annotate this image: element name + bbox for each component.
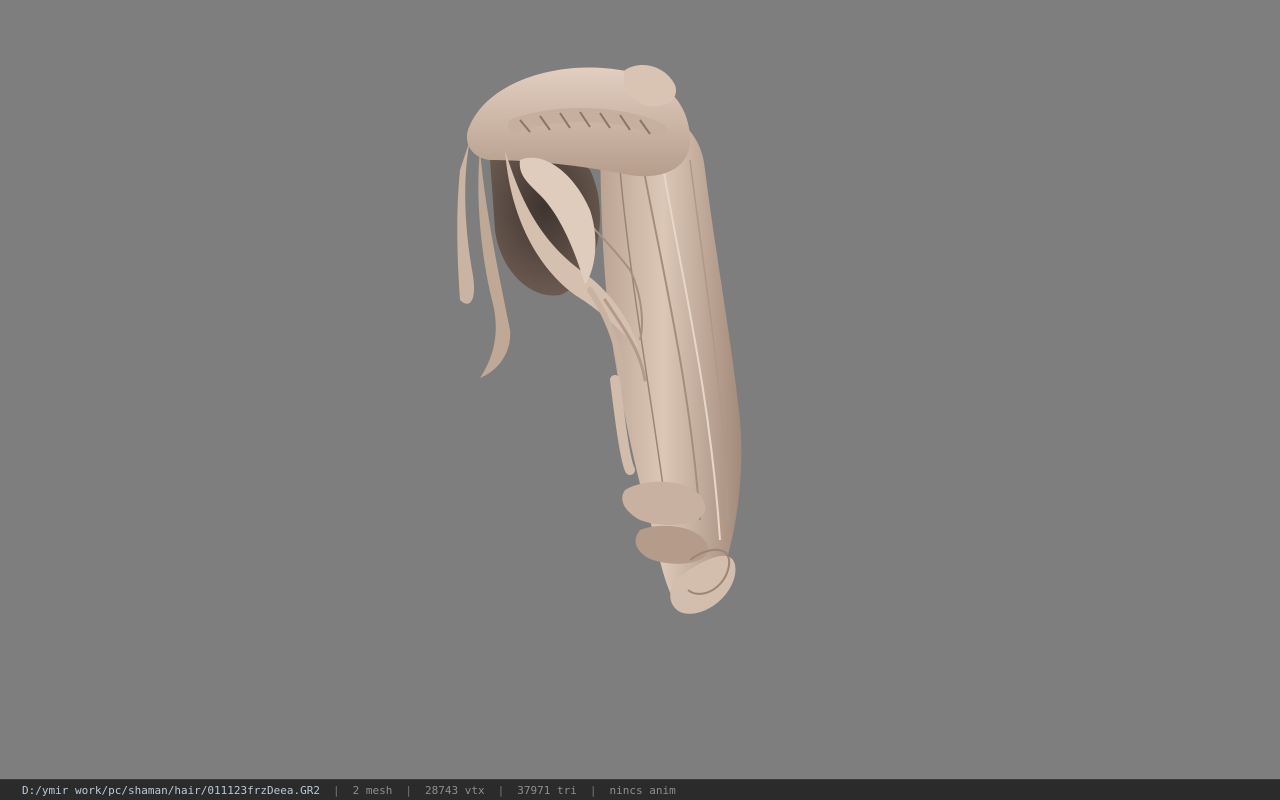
triangle-count-label: 37971 tri	[517, 783, 577, 797]
mesh-count-label: 2 mesh	[352, 783, 393, 797]
hair-model	[457, 65, 742, 614]
status-separator: |	[405, 783, 413, 797]
file-path-label: D:/ymir work/pc/shaman/hair/011123frzDee…	[22, 783, 321, 797]
status-bar: D:/ymir work/pc/shaman/hair/011123frzDee…	[0, 779, 1280, 800]
vertex-count-label: 28743 vtx	[425, 783, 485, 797]
status-separator: |	[333, 783, 340, 797]
status-separator: |	[497, 783, 505, 797]
3d-viewport[interactable]	[0, 0, 1280, 779]
status-separator: |	[589, 783, 597, 797]
animation-status-label: nincs anim	[609, 783, 676, 797]
